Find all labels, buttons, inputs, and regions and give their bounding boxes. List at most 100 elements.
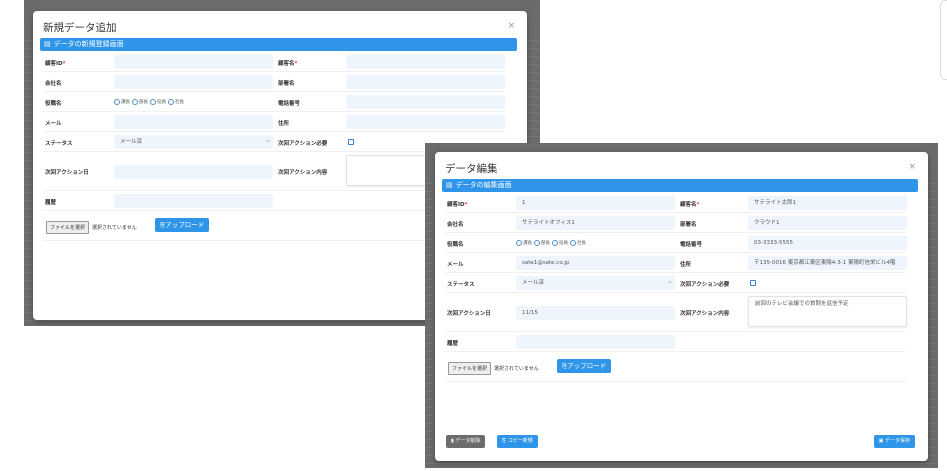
option-label: 役員: [559, 240, 568, 246]
label-text: 履歴: [45, 199, 57, 206]
field-label: 住所: [278, 119, 289, 127]
history-input[interactable]: [114, 194, 273, 208]
choose-file-button[interactable]: ファイルを選択: [46, 221, 90, 234]
label-text: 住所: [680, 261, 692, 268]
field-label: 電話番号: [278, 99, 300, 107]
save-button[interactable]: ▣ データ保存: [873, 435, 915, 448]
field-label: 住所: [680, 260, 691, 268]
form-row: 履歴: [445, 332, 906, 352]
radio-button[interactable]: [552, 239, 558, 246]
field-label: 役職名: [45, 99, 62, 107]
label-text: 次回アクション必要: [278, 140, 328, 147]
field-label: 会社名: [45, 79, 62, 87]
field-label: 会社名: [447, 220, 464, 228]
label-text: 部署名: [278, 80, 295, 87]
history-input[interactable]: [516, 335, 675, 349]
required-mark: *: [294, 60, 298, 67]
field-label: 次回アクション日: [447, 309, 491, 317]
phone-input[interactable]: 03-3333-5555: [748, 236, 907, 250]
field-label: 部署名: [278, 79, 295, 87]
position-option[interactable]: 役員: [150, 98, 166, 105]
label-text: 次回アクション必要: [680, 281, 730, 288]
close-icon[interactable]: ×: [908, 162, 916, 172]
new_modal-title: 新規データ追加: [43, 22, 117, 34]
option-label: 部長: [139, 99, 148, 105]
label-text: 履歴: [447, 340, 459, 347]
field-label: メール: [45, 119, 62, 127]
edit_modal-dialog: データ編集 × ▤ データの編集画面 顧客ID* 1 顧客名* サテライト太郎1 会社名 サテライ…: [435, 152, 928, 461]
upload-button[interactable]: ⎘アップロード: [557, 359, 612, 373]
label-text: 電話番号: [680, 241, 703, 248]
department-input[interactable]: [346, 75, 505, 89]
file-status: 選択されていません: [92, 225, 137, 231]
company-input[interactable]: [114, 75, 273, 89]
position-option[interactable]: 課長: [516, 239, 532, 246]
action-required-checkbox[interactable]: [750, 280, 756, 286]
field-label: 次回アクション日: [45, 168, 89, 176]
position-radio-group: 課長 部長 役員 社長: [114, 98, 184, 105]
customer-id-input[interactable]: 1: [516, 196, 675, 210]
field-label: 部署名: [680, 220, 697, 228]
department-input[interactable]: クラウド1: [748, 216, 907, 230]
radio-button[interactable]: [516, 239, 522, 246]
edit_modal-section-header: ▤ データの編集画面: [442, 179, 918, 192]
radio-button[interactable]: [132, 98, 138, 105]
field-label: 次回アクション必要: [680, 280, 729, 288]
field-label: 次回アクション内容: [680, 309, 729, 317]
action-date-input[interactable]: 11/15: [516, 305, 675, 320]
form-row: メール 住所: [43, 112, 505, 132]
phone-input[interactable]: [346, 95, 505, 109]
address-input[interactable]: 〒135-0016 東京都江東区東陽4-3-1 東陽町信栄ビル4階: [748, 256, 907, 270]
file-picker[interactable]: ファイルを選択 選択されていません: [46, 221, 137, 234]
action-required-checkbox[interactable]: [348, 139, 354, 145]
action-date-input[interactable]: [114, 164, 273, 179]
position-option[interactable]: 社長: [570, 239, 586, 246]
customer-name-input[interactable]: [346, 55, 505, 69]
label-text: ステータス: [45, 140, 73, 147]
required-mark: *: [696, 201, 700, 208]
radio-button[interactable]: [168, 98, 174, 105]
field-label: ステータス: [45, 139, 73, 147]
email-input[interactable]: [114, 115, 273, 129]
position-option[interactable]: 部長: [132, 98, 148, 105]
status-input[interactable]: メール済: [516, 276, 675, 290]
file-status: 選択されていません: [494, 366, 539, 372]
position-option[interactable]: 役員: [552, 239, 568, 246]
radio-button[interactable]: [114, 98, 120, 105]
action-content-textarea[interactable]: 前回のテレビ会議での質問を返信予定: [748, 296, 907, 327]
upload-label: アップロード: [567, 362, 607, 370]
customer-name-input[interactable]: サテライト太郎1: [748, 196, 907, 210]
delete-button[interactable]: ▮ データ削除: [446, 435, 486, 448]
form-icon: ▤: [44, 40, 51, 48]
radio-button[interactable]: [570, 239, 576, 246]
copy-new-button[interactable]: ⎘ コピー新規: [497, 435, 538, 448]
field-label: 顧客名*: [278, 59, 297, 67]
choose-file-button[interactable]: ファイルを選択: [448, 362, 492, 375]
label-text: 会社名: [447, 221, 464, 228]
position-option[interactable]: 部長: [534, 239, 550, 246]
form-row: 会社名 サテライトオフィス1 部署名 クラウド1: [445, 213, 907, 233]
backdrop-row: [425, 463, 938, 464]
label-text: 顧客名: [680, 201, 697, 208]
form-row: 会社名 部署名: [43, 72, 505, 92]
position-radio-group: 課長 部長 役員 社長: [516, 239, 586, 246]
file-picker[interactable]: ファイルを選択 選択されていません: [448, 362, 539, 375]
label-text: 顧客名: [278, 60, 295, 67]
new_modal-section-header: ▤ データの新規登録画面: [40, 38, 517, 51]
radio-button[interactable]: [534, 239, 540, 246]
section-title: データの編集画面: [455, 181, 512, 189]
address-input[interactable]: [346, 115, 505, 129]
upload-button[interactable]: ⎘アップロード: [155, 218, 210, 232]
copy-label: コピー新規: [507, 438, 533, 444]
position-option[interactable]: 課長: [114, 98, 130, 105]
email-input[interactable]: sate1@sate.co.jp: [516, 256, 675, 270]
radio-button[interactable]: [150, 98, 156, 105]
close-icon[interactable]: ×: [507, 21, 515, 31]
position-option[interactable]: 社長: [168, 98, 184, 105]
form-row: 顧客ID* 顧客名*: [43, 52, 505, 72]
status-input[interactable]: メール済: [114, 135, 273, 149]
company-input[interactable]: サテライトオフィス1: [516, 216, 675, 230]
option-label: 課長: [121, 99, 130, 105]
customer-id-input[interactable]: [114, 55, 273, 69]
option-label: 社長: [175, 99, 184, 105]
